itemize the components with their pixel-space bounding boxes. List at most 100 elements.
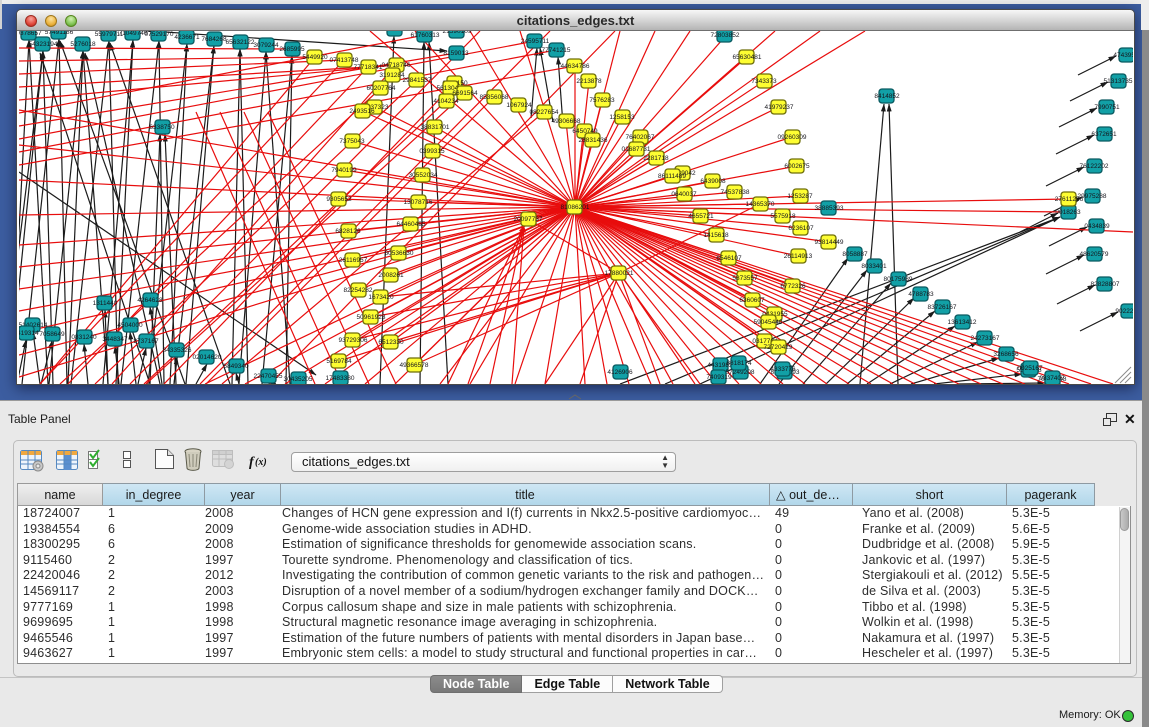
svg-text:6372651: 6372651 [1091, 131, 1117, 138]
svg-text:6772326: 6772326 [780, 283, 806, 290]
svg-text:01687731: 01687731 [622, 146, 651, 153]
svg-text:82828807: 82828807 [1091, 281, 1120, 288]
svg-text:09260309: 09260309 [778, 134, 807, 141]
svg-text:07529170: 07529170 [145, 31, 174, 38]
svg-text:71049746: 71049746 [119, 31, 148, 37]
svg-text:24595711: 24595711 [521, 38, 550, 45]
svg-text:02014620: 02014620 [193, 354, 222, 361]
svg-text:4788783: 4788783 [908, 291, 934, 298]
svg-text:14365370: 14365370 [746, 201, 775, 208]
svg-text:20097737: 20097737 [514, 216, 543, 223]
svg-text:60207764: 60207764 [367, 85, 396, 92]
svg-text:0640037: 0640037 [671, 191, 697, 198]
svg-text:76402067: 76402067 [626, 134, 655, 141]
svg-text:17880021: 17880021 [605, 270, 634, 277]
svg-text:8907866: 8907866 [382, 31, 408, 33]
svg-text:51313735: 51313735 [1104, 78, 1133, 85]
svg-text:4126906: 4126906 [607, 369, 633, 376]
svg-text:8058887: 8058887 [842, 251, 868, 258]
svg-text:9378657: 9378657 [19, 31, 42, 37]
svg-text:6546107: 6546107 [716, 255, 742, 262]
svg-text:5873557: 5873557 [732, 275, 758, 282]
svg-text:74537838: 74537838 [721, 189, 750, 196]
svg-text:8033401: 8033401 [861, 263, 887, 270]
svg-text:30552034: 30552034 [409, 172, 438, 179]
svg-text:8414852: 8414852 [874, 93, 900, 100]
svg-text:80175989: 80175989 [884, 276, 913, 283]
svg-text:28831436: 28831436 [579, 137, 608, 144]
svg-text:93814449: 93814449 [815, 239, 844, 246]
svg-text:21590109: 21590109 [443, 31, 472, 35]
svg-text:26114913: 26114913 [784, 253, 813, 260]
svg-text:4264628: 4264628 [137, 297, 163, 304]
svg-text:22470455: 22470455 [254, 373, 283, 380]
svg-text:17483380: 17483380 [326, 375, 355, 382]
svg-text:72720429: 72720429 [764, 344, 793, 351]
svg-text:4504000: 4504000 [117, 322, 143, 329]
svg-text:57491186: 57491186 [45, 31, 74, 36]
svg-text:49306668: 49306668 [552, 118, 581, 125]
svg-text:77741215: 77741215 [542, 47, 571, 54]
svg-text:81086201: 81086201 [561, 204, 590, 211]
svg-text:8159013: 8159013 [443, 50, 469, 57]
svg-text:0434839: 0434839 [1084, 223, 1110, 230]
svg-text:0837407: 0837407 [1039, 375, 1065, 382]
svg-text:6002675: 6002675 [784, 163, 810, 170]
svg-text:2685995: 2685995 [279, 46, 305, 53]
svg-text:6512330: 6512330 [378, 339, 404, 346]
svg-text:8818174: 8818174 [726, 360, 752, 367]
svg-text:38885393: 38885393 [815, 205, 844, 212]
svg-text:48620579: 48620579 [1080, 251, 1109, 258]
svg-text:30435205: 30435205 [284, 376, 313, 383]
svg-text:1253287: 1253287 [787, 193, 813, 200]
svg-text:4333776: 4333776 [770, 366, 796, 373]
svg-text:4236671: 4236671 [174, 34, 200, 41]
svg-text:5169784: 5169784 [326, 358, 352, 365]
svg-text:60536630: 60536630 [385, 250, 414, 257]
svg-text:3268656: 3268656 [993, 351, 1019, 358]
svg-text:49366578: 49366578 [400, 362, 429, 369]
svg-text:6236107: 6236107 [788, 225, 814, 232]
svg-text:41979237: 41979237 [765, 104, 794, 111]
svg-text:50961923: 50961923 [357, 314, 386, 321]
svg-text:26116957: 26116957 [339, 257, 368, 264]
svg-text:6828126: 6828126 [335, 228, 361, 235]
svg-text:3191284: 3191284 [379, 72, 405, 79]
svg-text:7940199: 7940199 [331, 167, 357, 174]
svg-text:0399315: 0399315 [419, 148, 445, 155]
svg-text:2493516: 2493516 [349, 108, 375, 115]
svg-text:5575918: 5575918 [770, 213, 796, 220]
svg-text:9022279: 9022279 [1115, 308, 1133, 315]
svg-text:1673420: 1673420 [368, 294, 394, 301]
svg-text:64460495: 64460495 [397, 221, 426, 228]
svg-text:85356068: 85356068 [480, 94, 509, 101]
svg-text:7343373: 7343373 [751, 78, 777, 85]
svg-text:3079244: 3079244 [253, 42, 279, 49]
svg-text:84335326: 84335326 [163, 347, 192, 354]
svg-text:5276018: 5276018 [70, 41, 96, 48]
svg-text:5449920: 5449920 [302, 54, 328, 61]
svg-text:0831240: 0831240 [71, 334, 97, 341]
svg-text:1067924: 1067924 [506, 102, 532, 109]
svg-text:54323194: 54323194 [29, 41, 58, 48]
svg-text:08227654: 08227654 [530, 109, 559, 116]
svg-text:86111489: 86111489 [658, 173, 686, 180]
svg-text:0025167: 0025167 [1017, 365, 1043, 372]
svg-text:7409319: 7409319 [706, 374, 732, 381]
svg-text:2213878: 2213878 [576, 78, 602, 85]
svg-text:2281718: 2281718 [643, 155, 669, 162]
svg-text:1258153: 1258153 [609, 114, 635, 121]
svg-text:6360607: 6360607 [739, 297, 765, 304]
svg-text:7990751: 7990751 [1094, 104, 1120, 111]
svg-text:6338750: 6338750 [149, 124, 175, 131]
svg-text:6439008: 6439008 [700, 178, 726, 185]
svg-text:44634786: 44634786 [561, 63, 590, 70]
svg-text:6691564: 6691564 [452, 90, 478, 97]
svg-text:72803852: 72803852 [711, 32, 740, 39]
svg-text:7375043: 7375043 [339, 138, 365, 145]
svg-text:9305652: 9305652 [326, 196, 352, 203]
svg-text:4655721: 4655721 [688, 213, 714, 220]
svg-text:1419314: 1419314 [19, 330, 39, 337]
svg-text:7058649: 7058649 [39, 331, 65, 338]
svg-text:4743957: 4743957 [1113, 52, 1133, 59]
